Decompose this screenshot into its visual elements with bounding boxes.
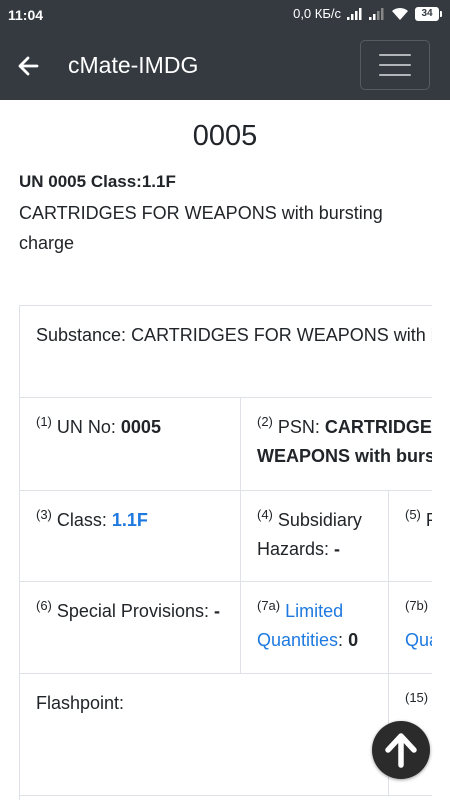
un-number-label: UN No:: [51, 417, 121, 437]
substance-description: CARTRIDGES FOR WEAPONS with bursting cha…: [19, 203, 383, 253]
menu-toggle-button[interactable]: [360, 40, 430, 90]
navbar: cMate-IMDG: [0, 30, 450, 100]
class-cell: (3) Class: 1.1F: [20, 490, 241, 581]
un-number-cell: (1) UN No: 0005: [20, 397, 241, 490]
app-title[interactable]: cMate-IMDG: [68, 52, 198, 79]
status-bar: 11:04 0,0 КБ/с 34: [0, 0, 450, 30]
special-provisions-cell: (6) Special Provisions: -: [20, 581, 241, 673]
psn-cell: (2) PSN: CARTRIDGES FOR WEAPONS with bur…: [241, 397, 432, 490]
flashpoint-label: Flashpoint:: [36, 693, 125, 713]
limited-quantities-value: 0: [348, 630, 359, 650]
battery-level: 34: [415, 6, 439, 21]
network-speed: 0,0 КБ/с: [293, 6, 341, 21]
wifi-icon: [392, 7, 408, 20]
arrow-left-icon: [18, 56, 39, 76]
page-title: 0005: [192, 120, 258, 152]
special-provisions-value: -: [213, 601, 220, 621]
un-class-line: UN 0005 Class:1.1F: [19, 172, 176, 191]
status-time: 11:04: [8, 7, 44, 23]
psn-label: PSN:: [272, 417, 325, 437]
table-row: [20, 795, 432, 800]
dangerous-goods-table[interactable]: Substance: CARTRIDGES FOR WEAPONS with b…: [19, 305, 432, 800]
class-label: Class:: [51, 510, 112, 530]
limited-quantities-cell: (7a) Limited Quantities: 0: [241, 581, 389, 673]
substance-label: Substance:: [36, 325, 132, 345]
excepted-quantities-cell: (7b) Excepted Quantities: [389, 581, 432, 673]
packing-group-label: Packing Group: [421, 510, 432, 530]
un-number-value: 0005: [120, 417, 161, 437]
flashpoint-cell: Flashpoint:: [20, 673, 389, 795]
arrow-up-icon: [385, 733, 417, 768]
class-link[interactable]: 1.1F: [112, 510, 148, 530]
signal-icon: [347, 7, 362, 20]
special-provisions-label: Special Provisions:: [51, 601, 214, 621]
packing-group-cell: (5) Packing Group: [389, 490, 432, 581]
hamburger-icon: [379, 54, 411, 56]
subsidiary-hazards-value: -: [334, 539, 341, 559]
signal-icon: [369, 7, 384, 20]
scroll-to-top-button[interactable]: [372, 721, 430, 779]
substance-value: CARTRIDGES FOR WEAPONS with bursting cha…: [131, 325, 432, 345]
back-button[interactable]: [14, 52, 42, 80]
status-indicators: 0,0 КБ/с 34: [293, 6, 442, 21]
battery-icon: 34: [415, 6, 442, 21]
subsidiary-hazards-cell: (4) Subsidiary Hazards: -: [241, 490, 389, 581]
subsidiary-hazards-label: Subsidiary Hazards:: [257, 510, 362, 559]
substance-cell: Substance: CARTRIDGES FOR WEAPONS with b…: [20, 305, 432, 397]
